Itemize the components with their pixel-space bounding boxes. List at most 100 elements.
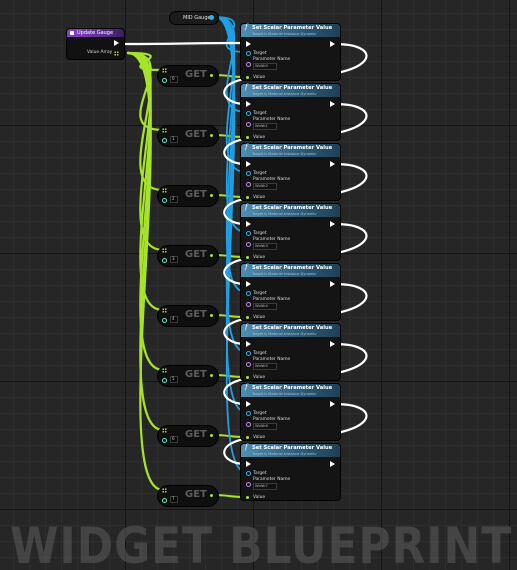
parameter-name-pin[interactable] bbox=[246, 242, 251, 247]
value-pin[interactable] bbox=[246, 496, 249, 499]
array-in-pin[interactable] bbox=[162, 248, 167, 253]
parameter-name-pin[interactable] bbox=[246, 122, 251, 127]
index-pin[interactable] bbox=[162, 138, 167, 143]
target-pin[interactable] bbox=[246, 351, 251, 356]
target-pin[interactable] bbox=[246, 111, 251, 116]
get-out-pin[interactable] bbox=[210, 494, 213, 497]
exec-out-pin[interactable] bbox=[330, 281, 335, 287]
exec-in-pin[interactable] bbox=[246, 221, 251, 227]
index-pin[interactable] bbox=[162, 78, 167, 83]
index-field[interactable]: 4 bbox=[170, 316, 178, 323]
array-get-node[interactable]: GET 2 bbox=[158, 186, 218, 206]
exec-out-pin[interactable] bbox=[330, 461, 335, 467]
index-field[interactable]: 2 bbox=[170, 196, 178, 203]
array-in-pin[interactable] bbox=[162, 188, 167, 193]
index-pin[interactable] bbox=[162, 258, 167, 263]
array-get-node[interactable]: GET 7 bbox=[158, 486, 218, 506]
set-scalar-parameter-node[interactable]: f Set Scalar Parameter Value Target is M… bbox=[241, 23, 340, 80]
set-scalar-parameter-node[interactable]: f Set Scalar Parameter Value Target is M… bbox=[241, 323, 340, 380]
index-pin[interactable] bbox=[162, 378, 167, 383]
get-out-pin[interactable] bbox=[210, 314, 213, 317]
array-get-node[interactable]: GET 0 bbox=[158, 66, 218, 86]
update-gauge-event-node[interactable]: Update Gauge Value Array bbox=[67, 29, 124, 59]
parameter-name-field[interactable]: Width2 bbox=[253, 183, 277, 190]
value-array-out-pin[interactable] bbox=[114, 51, 119, 56]
parameter-name-field[interactable]: Width3 bbox=[253, 243, 277, 250]
exec-in-pin[interactable] bbox=[246, 101, 251, 107]
value-pin[interactable] bbox=[246, 196, 249, 199]
array-get-node[interactable]: GET 4 bbox=[158, 306, 218, 326]
index-field[interactable]: 3 bbox=[170, 256, 178, 263]
exec-in-pin[interactable] bbox=[246, 461, 251, 467]
parameter-name-pin[interactable] bbox=[246, 362, 251, 367]
set-scalar-parameter-node[interactable]: f Set Scalar Parameter Value Target is M… bbox=[241, 443, 340, 500]
get-out-pin[interactable] bbox=[210, 434, 213, 437]
array-in-pin[interactable] bbox=[162, 128, 167, 133]
target-pin[interactable] bbox=[246, 171, 251, 176]
value-pin[interactable] bbox=[246, 76, 249, 79]
set-scalar-parameter-node[interactable]: f Set Scalar Parameter Value Target is M… bbox=[241, 263, 340, 320]
index-pin[interactable] bbox=[162, 198, 167, 203]
set-scalar-parameter-node[interactable]: f Set Scalar Parameter Value Target is M… bbox=[241, 83, 340, 140]
array-in-pin[interactable] bbox=[162, 68, 167, 73]
target-pin[interactable] bbox=[246, 231, 251, 236]
exec-out-pin[interactable] bbox=[330, 161, 335, 167]
parameter-name-pin[interactable] bbox=[246, 422, 251, 427]
parameter-name-pin[interactable] bbox=[246, 302, 251, 307]
target-pin[interactable] bbox=[246, 291, 251, 296]
get-out-pin[interactable] bbox=[210, 134, 213, 137]
set-scalar-parameter-node[interactable]: f Set Scalar Parameter Value Target is M… bbox=[241, 143, 340, 200]
parameter-name-field[interactable]: Width7 bbox=[253, 483, 277, 490]
exec-out-pin[interactable] bbox=[330, 401, 335, 407]
parameter-name-field[interactable]: Width4 bbox=[253, 303, 277, 310]
index-field[interactable]: 5 bbox=[170, 376, 178, 383]
value-pin[interactable] bbox=[246, 316, 249, 319]
array-in-pin[interactable] bbox=[162, 488, 167, 493]
parameter-name-pin[interactable] bbox=[246, 482, 251, 487]
exec-in-pin[interactable] bbox=[246, 281, 251, 287]
parameter-name-field[interactable]: Width0 bbox=[253, 63, 277, 70]
set-scalar-parameter-node[interactable]: f Set Scalar Parameter Value Target is M… bbox=[241, 383, 340, 440]
parameter-name-pin[interactable] bbox=[246, 182, 251, 187]
array-get-node[interactable]: GET 6 bbox=[158, 426, 218, 446]
exec-out-pin[interactable] bbox=[330, 101, 335, 107]
target-pin[interactable] bbox=[246, 471, 251, 476]
index-field[interactable]: 7 bbox=[170, 496, 178, 503]
index-pin[interactable] bbox=[162, 498, 167, 503]
target-pin[interactable] bbox=[246, 411, 251, 416]
value-pin[interactable] bbox=[246, 436, 249, 439]
mid-gauge-out-pin[interactable] bbox=[209, 15, 214, 20]
index-field[interactable]: 1 bbox=[170, 136, 178, 143]
value-pin[interactable] bbox=[246, 136, 249, 139]
array-in-pin[interactable] bbox=[162, 428, 167, 433]
exec-out-pin[interactable] bbox=[330, 341, 335, 347]
exec-out-pin[interactable] bbox=[330, 41, 335, 47]
value-pin[interactable] bbox=[246, 256, 249, 259]
array-in-pin[interactable] bbox=[162, 368, 167, 373]
mid-gauge-variable-node[interactable]: MID Gauge bbox=[170, 12, 218, 24]
value-pin[interactable] bbox=[246, 376, 249, 379]
index-pin[interactable] bbox=[162, 318, 167, 323]
array-get-node[interactable]: GET 3 bbox=[158, 246, 218, 266]
exec-out-pin[interactable] bbox=[330, 221, 335, 227]
array-get-node[interactable]: GET 5 bbox=[158, 366, 218, 386]
parameter-name-field[interactable]: Width5 bbox=[253, 363, 277, 370]
exec-in-pin[interactable] bbox=[246, 41, 251, 47]
array-in-pin[interactable] bbox=[162, 308, 167, 313]
exec-in-pin[interactable] bbox=[246, 341, 251, 347]
get-out-pin[interactable] bbox=[210, 374, 213, 377]
exec-in-pin[interactable] bbox=[246, 161, 251, 167]
get-out-pin[interactable] bbox=[210, 254, 213, 257]
index-field[interactable]: 0 bbox=[170, 76, 178, 83]
event-exec-out-pin[interactable] bbox=[114, 40, 119, 46]
parameter-name-field[interactable]: Width6 bbox=[253, 423, 277, 430]
get-out-pin[interactable] bbox=[210, 74, 213, 77]
index-pin[interactable] bbox=[162, 438, 167, 443]
parameter-name-field[interactable]: Width1 bbox=[253, 123, 277, 130]
array-get-node[interactable]: GET 1 bbox=[158, 126, 218, 146]
blueprint-graph-canvas[interactable]: Update Gauge Value Array MID Gauge f Set… bbox=[0, 0, 517, 570]
get-out-pin[interactable] bbox=[210, 194, 213, 197]
index-field[interactable]: 6 bbox=[170, 436, 178, 443]
target-pin[interactable] bbox=[246, 51, 251, 56]
set-scalar-parameter-node[interactable]: f Set Scalar Parameter Value Target is M… bbox=[241, 203, 340, 260]
